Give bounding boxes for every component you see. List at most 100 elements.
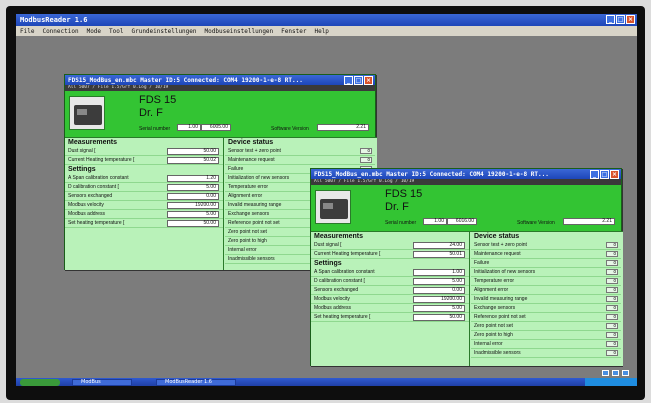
- status-label: Reference point not set: [474, 314, 526, 320]
- setting-value[interactable]: 5.00: [413, 278, 465, 285]
- menu-connection[interactable]: Connection: [42, 28, 78, 35]
- menu-bar: File Connection Mode Tool Grundeinstellu…: [16, 26, 637, 36]
- device-header: FDS 15 Dr. F Serial number 1.00 6005.00 …: [65, 91, 375, 135]
- device-window-title-bar[interactable]: FDS15_ModBus_en.mbc Master ID:5 Connecte…: [311, 169, 621, 179]
- setting-value[interactable]: 50.00: [413, 314, 465, 321]
- menu-help[interactable]: Help: [314, 28, 328, 35]
- setting-row: Set heating temperature [50.00: [65, 219, 223, 228]
- device-image: [315, 190, 351, 224]
- minimize-button[interactable]: _: [590, 170, 599, 179]
- software-version-label: Software Version: [271, 126, 309, 132]
- serial-number-b: 6016.00: [447, 218, 477, 225]
- settings-title: Settings: [68, 166, 96, 173]
- menu-fenster[interactable]: Fenster: [281, 28, 306, 35]
- status-row: Alignment error 0: [471, 286, 621, 295]
- setting-value[interactable]: 5.00: [413, 305, 465, 312]
- menu-grundeinstellungen[interactable]: Grundeinstellungen: [131, 28, 196, 35]
- start-button[interactable]: [20, 379, 60, 386]
- setting-row: D calibration constant [5.00: [65, 183, 223, 192]
- setting-value[interactable]: 1.00: [413, 269, 465, 276]
- setting-value[interactable]: 1.20: [167, 175, 219, 182]
- status-label: Alignment error: [228, 193, 263, 199]
- status-label: Zero point not set: [474, 323, 513, 329]
- setting-value[interactable]: 50.00: [167, 220, 219, 227]
- taskbar-item-modbus[interactable]: ModBus: [72, 379, 132, 386]
- setting-label: Modbus address: [314, 305, 351, 311]
- tray-icon[interactable]: [612, 370, 619, 376]
- minimize-button[interactable]: _: [344, 76, 353, 85]
- setting-value[interactable]: 19200.00: [167, 202, 219, 209]
- status-label: Exchange sensors: [228, 211, 270, 217]
- status-row: Invalid measuring range 0: [471, 295, 621, 304]
- measurement-label: Current Heating temperature [: [314, 251, 381, 257]
- setting-row: Modbus velocity 19200.00: [65, 201, 223, 210]
- setting-row: D calibration constant [ 5.00: [311, 277, 469, 286]
- setting-value[interactable]: 0.00: [413, 287, 465, 294]
- menu-tool[interactable]: Tool: [109, 28, 123, 35]
- serial-number-label: Serial number: [385, 220, 417, 226]
- setting-value[interactable]: 0.00: [167, 193, 219, 200]
- setting-row: Set heating temperature [50.00: [311, 313, 469, 322]
- close-button[interactable]: ×: [626, 15, 635, 24]
- maximize-button[interactable]: □: [600, 170, 609, 179]
- status-row: Temperature error 0: [471, 277, 621, 286]
- setting-row: Modbus velocity 19200.00: [311, 295, 469, 304]
- software-version-value: 2.21: [563, 218, 615, 225]
- taskbar-item-modbusreader[interactable]: ModBusReader 1.6: [156, 379, 236, 386]
- maximize-button[interactable]: □: [616, 15, 625, 24]
- status-label: Reference point not set: [228, 220, 280, 226]
- status-label: Exchange sensors: [474, 305, 516, 311]
- status-row: Exchange sensors 0: [471, 304, 621, 313]
- device-panel: Measurements Dust signal [24.00 Current H…: [311, 231, 623, 366]
- setting-row: A Span calibration constant 1.00: [311, 268, 469, 277]
- status-indicator: 0: [606, 287, 618, 293]
- status-indicator: 0: [606, 305, 618, 311]
- measurements-title: Measurements: [314, 233, 364, 240]
- status-indicator: 0: [360, 148, 372, 154]
- setting-value[interactable]: 5.00: [167, 211, 219, 218]
- measurement-label: Current Heating temperature [: [68, 157, 135, 163]
- status-label: Internal error: [228, 247, 257, 253]
- maximize-button[interactable]: □: [354, 76, 363, 85]
- status-label: Temperature error: [474, 278, 515, 284]
- menu-mode[interactable]: Mode: [87, 28, 101, 35]
- close-button[interactable]: ×: [364, 76, 373, 85]
- status-row: Sensor test + zero point 0: [471, 241, 621, 250]
- status-label: Maintenance request: [474, 251, 521, 257]
- software-version-label: Software Version: [517, 220, 555, 226]
- measurement-row: Dust signal [50.00: [65, 147, 223, 156]
- measurement-value: 24.00: [413, 242, 465, 249]
- status-label: Alignment error: [474, 287, 509, 293]
- setting-label: D calibration constant [: [314, 278, 365, 284]
- minimize-button[interactable]: _: [606, 15, 615, 24]
- status-label: Temperature error: [228, 184, 269, 190]
- close-button[interactable]: ×: [610, 170, 619, 179]
- status-row: Reference point not set 0: [471, 313, 621, 322]
- taskbar: ModBus ModBusReader 1.6: [16, 378, 637, 386]
- status-indicator: 0: [606, 350, 618, 356]
- status-label: Failure: [228, 166, 244, 172]
- owner-name: Dr. F: [385, 201, 409, 213]
- status-row: Failure 0: [471, 259, 621, 268]
- menu-file[interactable]: File: [20, 28, 34, 35]
- status-indicator: 0: [606, 251, 618, 257]
- status-row: Maintenance request 0: [225, 156, 375, 165]
- status-row: Sensor test + zero point 0: [225, 147, 375, 156]
- status-label: Inadmissible sensors: [228, 256, 275, 262]
- device-window-title-bar[interactable]: FDS15_ModBus_en.mbc Master ID:5 Connecte…: [65, 75, 375, 85]
- setting-row: A Span calibration constant 1.20: [65, 174, 223, 183]
- screen: ModbusReader 1.6 _ □ × File Connection M…: [16, 14, 637, 386]
- status-row: Maintenance request 0: [471, 250, 621, 259]
- status-indicator: 0: [606, 269, 618, 275]
- status-label: Failure: [474, 260, 490, 266]
- measurement-row: Current Heating temperature [ 50.02: [65, 156, 223, 165]
- tray-icon[interactable]: [622, 370, 629, 376]
- setting-value[interactable]: 19200.00: [413, 296, 465, 303]
- tray-icon[interactable]: [602, 370, 609, 376]
- status-row: Zero point to high 0: [471, 331, 621, 340]
- menu-modbuseinstellungen[interactable]: Modbuseinstellungen: [205, 28, 274, 35]
- measurement-value: 50.02: [167, 157, 219, 164]
- status-indicator: 0: [606, 296, 618, 302]
- device-window-title: FDS15_ModBus_en.mbc Master ID:5 Connecte…: [68, 77, 303, 84]
- setting-value[interactable]: 5.00: [167, 184, 219, 191]
